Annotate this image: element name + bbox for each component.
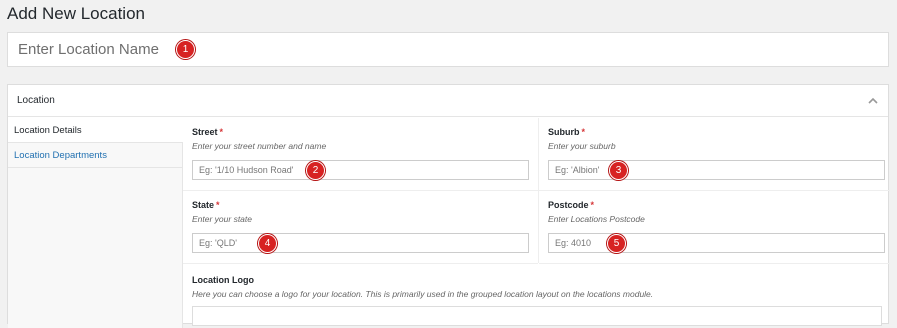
suburb-field: Suburb* Enter your suburb 3	[539, 118, 890, 191]
postcode-input[interactable]	[548, 233, 885, 253]
street-label-wrap: Street *	[192, 127, 223, 137]
annotation-badge-5: 5	[607, 234, 626, 253]
suburb-required-mark: *	[581, 127, 586, 137]
postcode-required-mark: *	[590, 200, 595, 210]
suburb-label: Suburb	[548, 127, 580, 137]
state-label: State	[192, 200, 215, 210]
tab-location-details[interactable]: Location Details	[8, 118, 183, 143]
state-field: State* Enter your state 4	[183, 191, 538, 264]
logo-picker[interactable]	[192, 306, 882, 326]
metabox-header[interactable]: Location	[8, 85, 888, 117]
postcode-description: Enter Locations Postcode	[548, 214, 645, 224]
street-input[interactable]	[192, 160, 529, 180]
suburb-label-wrap: Suburb *	[548, 127, 585, 137]
tab-location-departments[interactable]: Location Departments	[8, 143, 182, 168]
state-required-mark: *	[216, 200, 220, 210]
metabox-title: Location	[17, 95, 55, 106]
suburb-input[interactable]	[548, 160, 885, 180]
location-metabox: Location Location Details Location Depar…	[7, 84, 890, 328]
annotation-badge-4: 4	[258, 234, 277, 253]
location-tabs: Location Details Location Departments	[8, 118, 183, 328]
street-description: Enter your street number and name	[192, 141, 327, 151]
logo-description: Here you can choose a logo for your loca…	[192, 289, 654, 299]
suburb-description: Enter your suburb	[548, 141, 616, 151]
annotation-badge-1: 1	[176, 40, 195, 59]
street-field: Street * Enter your street number and nam…	[183, 118, 538, 191]
state-input[interactable]	[192, 233, 529, 253]
chevron-up-icon[interactable]	[866, 94, 880, 108]
state-description: Enter your state	[192, 214, 253, 224]
postcode-field: Postcode* Enter Locations Postcode 5	[539, 191, 890, 264]
postcode-label-wrap: Postcode *	[548, 200, 594, 210]
state-label-wrap: State *	[192, 200, 220, 210]
location-fields: Street * Enter your street number and nam…	[183, 118, 890, 328]
street-required-mark: *	[219, 127, 224, 137]
location-name-field: 1	[7, 32, 889, 67]
street-label: Street	[192, 127, 218, 137]
annotation-badge-3: 3	[609, 161, 628, 180]
annotation-badge-2: 2	[306, 161, 325, 180]
logo-label: Location Logo	[192, 275, 254, 285]
location-name-input[interactable]	[8, 33, 888, 66]
page-title: Add New Location	[7, 4, 145, 23]
postcode-label: Postcode	[548, 200, 589, 210]
